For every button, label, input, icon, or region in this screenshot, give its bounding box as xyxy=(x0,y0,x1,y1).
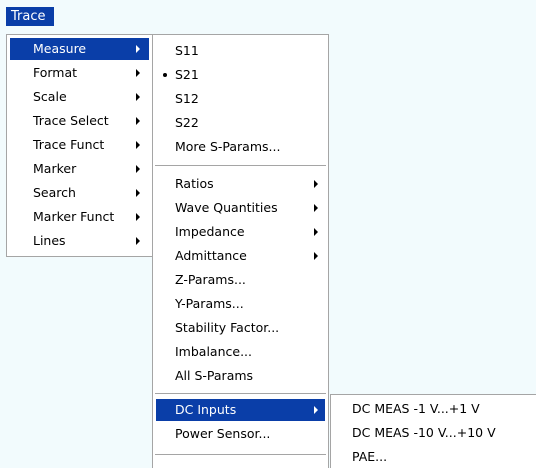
menu-item-label: Format xyxy=(33,65,78,80)
menu-item-trace-funct[interactable]: Trace Funct xyxy=(10,134,149,156)
menu-item-label: PAE... xyxy=(352,449,388,464)
menu-item-lines[interactable]: Lines xyxy=(10,230,149,252)
menu-item-label: S21 xyxy=(175,67,199,82)
menu-item-label: Ratios xyxy=(175,176,214,191)
chevron-right-icon xyxy=(136,93,140,101)
menu-item-label: S12 xyxy=(175,91,199,106)
menu-item-label: Y-Params... xyxy=(175,296,244,311)
menu-item-s22[interactable]: S22 xyxy=(156,112,325,134)
menu-item-label: All S-Params xyxy=(175,368,254,383)
menu-item-s11[interactable]: S11 xyxy=(156,40,325,62)
measure-submenu: S11 S21 S12 S22 More S-Params... Ratios … xyxy=(152,34,329,468)
menu-item-dc-inputs[interactable]: DC Inputs xyxy=(156,399,325,421)
menu-item-label: More S-Params... xyxy=(175,139,281,154)
chevron-right-icon xyxy=(136,189,140,197)
menu-item-trace-select[interactable]: Trace Select xyxy=(10,110,149,132)
menu-item-z-params[interactable]: Z-Params... xyxy=(156,269,325,291)
menu-separator xyxy=(155,165,326,167)
chevron-right-icon xyxy=(314,180,318,188)
chevron-right-icon xyxy=(136,45,140,53)
menu-item-s12[interactable]: S12 xyxy=(156,88,325,110)
menu-item-stability-factor[interactable]: Stability Factor... xyxy=(156,317,325,339)
menu-item-label: Trace Funct xyxy=(33,137,105,152)
menu-item-pae[interactable]: PAE... xyxy=(334,446,533,468)
chevron-right-icon xyxy=(314,204,318,212)
menu-item-label: Measure xyxy=(33,41,87,56)
menu-item-impedance[interactable]: Impedance xyxy=(156,221,325,243)
menu-item-label: Trace Select xyxy=(33,113,109,128)
menu-item-label: Imbalance... xyxy=(175,344,252,359)
menu-item-measure[interactable]: Measure xyxy=(10,38,149,60)
chevron-right-icon xyxy=(136,141,140,149)
menu-item-s21[interactable]: S21 xyxy=(156,64,325,86)
trace-menu: Measure Format Scale Trace Select Trace … xyxy=(6,34,153,257)
menu-item-marker-funct[interactable]: Marker Funct xyxy=(10,206,149,228)
menu-item-label: Scale xyxy=(33,89,67,104)
menu-item-label: Wave Quantities xyxy=(175,200,278,215)
chevron-right-icon xyxy=(314,252,318,260)
chevron-right-icon xyxy=(136,69,140,77)
menu-item-label: DC Inputs xyxy=(175,402,237,417)
menu-item-y-params[interactable]: Y-Params... xyxy=(156,293,325,315)
menu-separator xyxy=(155,454,326,456)
chevron-right-icon xyxy=(136,237,140,245)
menu-item-search[interactable]: Search xyxy=(10,182,149,204)
chevron-right-icon xyxy=(314,406,318,414)
menu-item-label: Search xyxy=(33,185,76,200)
menu-item-marker[interactable]: Marker xyxy=(10,158,149,180)
menu-item-admittance[interactable]: Admittance xyxy=(156,245,325,267)
menu-item-power-sensor[interactable]: Power Sensor... xyxy=(156,423,325,445)
menu-bar: Trace xyxy=(0,0,536,28)
menu-item-label: S11 xyxy=(175,43,199,58)
menu-item-label: DC MEAS -1 V...+1 V xyxy=(352,401,480,416)
menu-item-label: Stability Factor... xyxy=(175,320,280,335)
chevron-right-icon xyxy=(314,228,318,236)
menu-trace[interactable]: Trace xyxy=(6,7,54,26)
menu-item-label: Lines xyxy=(33,233,66,248)
menu-item-scale[interactable]: Scale xyxy=(10,86,149,108)
menu-item-more-s-params[interactable]: More S-Params... xyxy=(156,136,325,158)
bullet-icon xyxy=(163,73,167,77)
menu-item-label: Z-Params... xyxy=(175,272,246,287)
menu-item-dc-meas-1v[interactable]: DC MEAS -1 V...+1 V xyxy=(334,398,533,420)
chevron-right-icon xyxy=(136,165,140,173)
menu-item-imbalance[interactable]: Imbalance... xyxy=(156,341,325,363)
menu-separator xyxy=(155,393,326,395)
chevron-right-icon xyxy=(136,117,140,125)
menu-item-label: DC MEAS -10 V...+10 V xyxy=(352,425,496,440)
dc-inputs-submenu: DC MEAS -1 V...+1 V DC MEAS -10 V...+10 … xyxy=(330,394,536,468)
menu-item-format[interactable]: Format xyxy=(10,62,149,84)
menu-item-label: Power Sensor... xyxy=(175,426,271,441)
menu-item-dc-meas-10v[interactable]: DC MEAS -10 V...+10 V xyxy=(334,422,533,444)
menu-item-label: Impedance xyxy=(175,224,245,239)
chevron-right-icon xyxy=(136,213,140,221)
menu-item-label: S22 xyxy=(175,115,199,130)
menu-item-all-s-params[interactable]: All S-Params xyxy=(156,365,325,387)
menu-item-label: Marker Funct xyxy=(33,209,115,224)
menu-item-label: Marker xyxy=(33,161,77,176)
menu-item-label: Admittance xyxy=(175,248,247,263)
menu-item-ratios[interactable]: Ratios xyxy=(156,173,325,195)
menu-item-wave-quantities[interactable]: Wave Quantities xyxy=(156,197,325,219)
